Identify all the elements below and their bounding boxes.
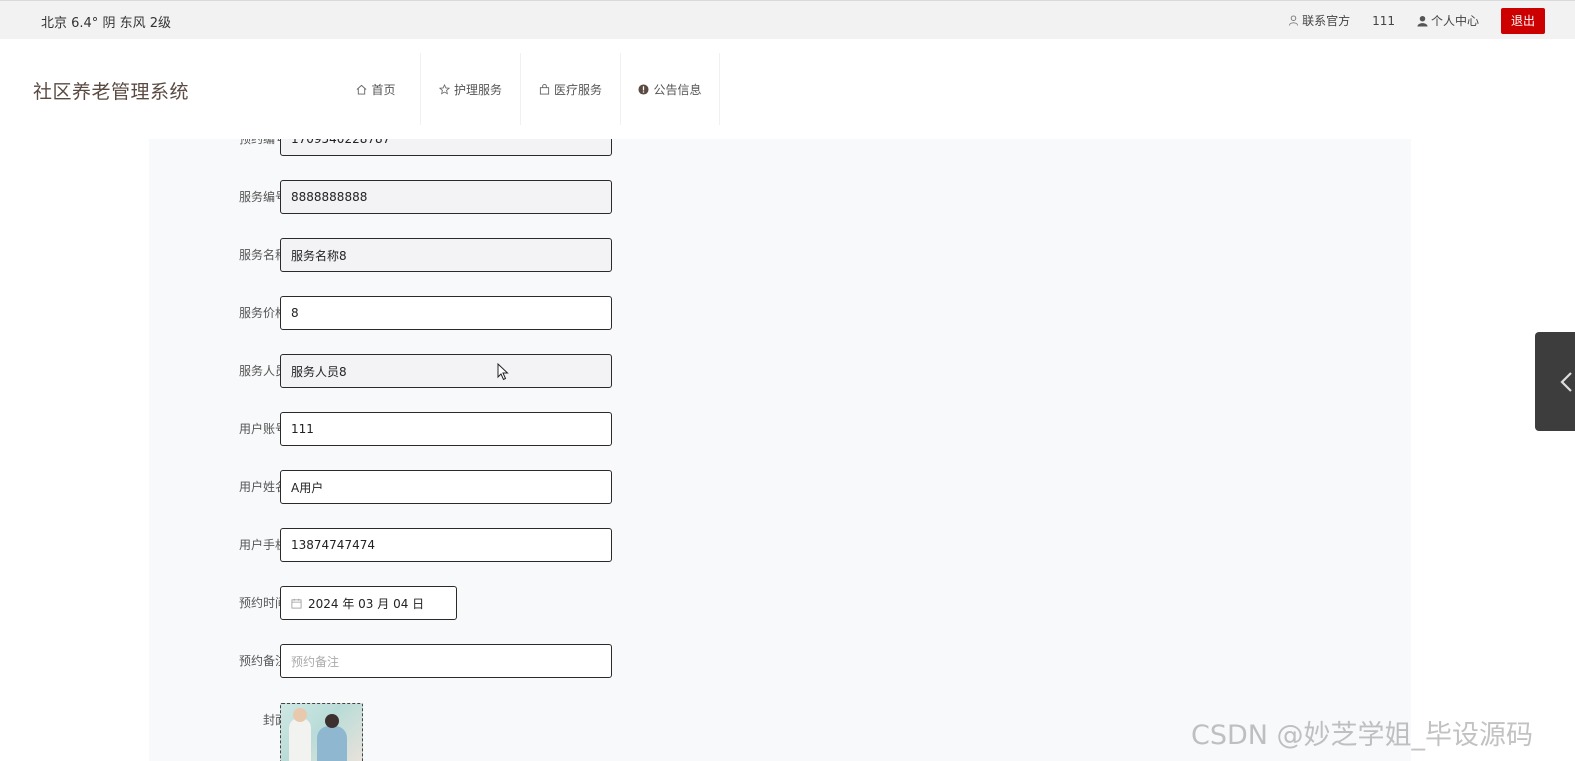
service-name-field[interactable]: 服务名称8 <box>280 238 612 272</box>
main-nav: 首页 护理服务 医疗服务 公告信息 <box>332 53 720 125</box>
username-link[interactable]: 111 <box>1372 14 1395 28</box>
form-row-service-price: 服务价格 8 <box>149 296 769 330</box>
form-row-booking-time: 预约时间 2024 年 03 月 04 日 <box>149 586 769 620</box>
form-row-service-name: 服务名称 服务名称8 <box>149 238 769 272</box>
nav-label-home: 首页 <box>371 82 396 97</box>
form-row-cover: 封面 <box>149 703 769 761</box>
star-icon <box>438 83 450 95</box>
logout-button[interactable]: 退出 <box>1501 7 1545 34</box>
profile-label: 个人中心 <box>1430 14 1479 28</box>
top-bar-actions: 联系官方 111 个人中心 退出 <box>1288 1 1575 40</box>
nav-item-home[interactable]: 首页 <box>332 53 421 125</box>
person-icon <box>1417 15 1428 26</box>
booking-note-field[interactable]: 预约备注 <box>280 644 612 678</box>
bag-icon <box>539 83 550 95</box>
user-name-field[interactable]: A用户 <box>280 470 612 504</box>
nav-label-medical: 医疗服务 <box>553 82 602 97</box>
info-icon <box>638 83 650 95</box>
service-staff-field[interactable]: 服务人员8 <box>280 354 612 388</box>
service-no-field[interactable]: 8888888888 <box>280 180 612 214</box>
nav-item-medical[interactable]: 医疗服务 <box>521 53 621 125</box>
nav-label-notice: 公告信息 <box>653 82 702 97</box>
cover-image-nurse <box>289 708 311 761</box>
nav-item-nursing[interactable]: 护理服务 <box>421 53 521 125</box>
user-phone-field[interactable]: 13874747474 <box>280 528 612 562</box>
booking-time-value: 2024 年 03 月 04 日 <box>308 596 425 611</box>
form-row-user-name: 用户姓名 A用户 <box>149 470 769 504</box>
service-price-field[interactable]: 8 <box>280 296 612 330</box>
booking-no-field[interactable]: 1709540228787 <box>280 139 612 156</box>
form-row-user-phone: 用户手机 13874747474 <box>149 528 769 562</box>
top-bar: 北京 6.4° 阴 东风 2级 联系官方 111 个人中心 退出 <box>0 0 1575 39</box>
cover-image-elder <box>317 714 347 761</box>
watermark: CSDN @妙芝学姐_毕设源码 <box>1191 720 1534 751</box>
profile-link[interactable]: 个人中心 <box>1417 12 1479 29</box>
booking-form-panel: 预约编号 1709540228787 服务编号 8888888888 服务名称 … <box>149 139 1411 761</box>
chevron-left-icon <box>1560 371 1572 392</box>
cover-image-upload[interactable] <box>280 703 363 761</box>
home-icon <box>357 84 367 95</box>
contact-link[interactable]: 联系官方 <box>1288 12 1350 29</box>
weather-info: 北京 6.4° 阴 东风 2级 <box>41 16 171 31</box>
form-row-service-staff: 服务人员 服务人员8 <box>149 354 769 388</box>
form-row-booking-note: 预约备注 预约备注 <box>149 644 769 678</box>
side-panel-toggle[interactable] <box>1535 332 1575 431</box>
nav-item-notice[interactable]: 公告信息 <box>621 53 720 125</box>
mouse-cursor-icon <box>497 362 509 385</box>
form-row-service-no: 服务编号 8888888888 <box>149 180 769 214</box>
username-label: 111 <box>1372 13 1395 28</box>
booking-time-picker[interactable]: 2024 年 03 月 04 日 <box>280 586 457 620</box>
person-outline-icon <box>1288 15 1299 26</box>
nav-label-nursing: 护理服务 <box>453 82 502 97</box>
form-row-user-account: 用户账号 111 <box>149 412 769 446</box>
site-title: 社区养老管理系统 <box>33 81 190 103</box>
contact-label: 联系官方 <box>1302 14 1351 28</box>
user-account-field[interactable]: 111 <box>280 412 612 446</box>
calendar-icon <box>291 598 302 608</box>
form-row-booking-no: 预约编号 1709540228787 <box>149 139 769 156</box>
site-header: 社区养老管理系统 首页 护理服务 医疗服务 公告信息 <box>0 39 1575 139</box>
